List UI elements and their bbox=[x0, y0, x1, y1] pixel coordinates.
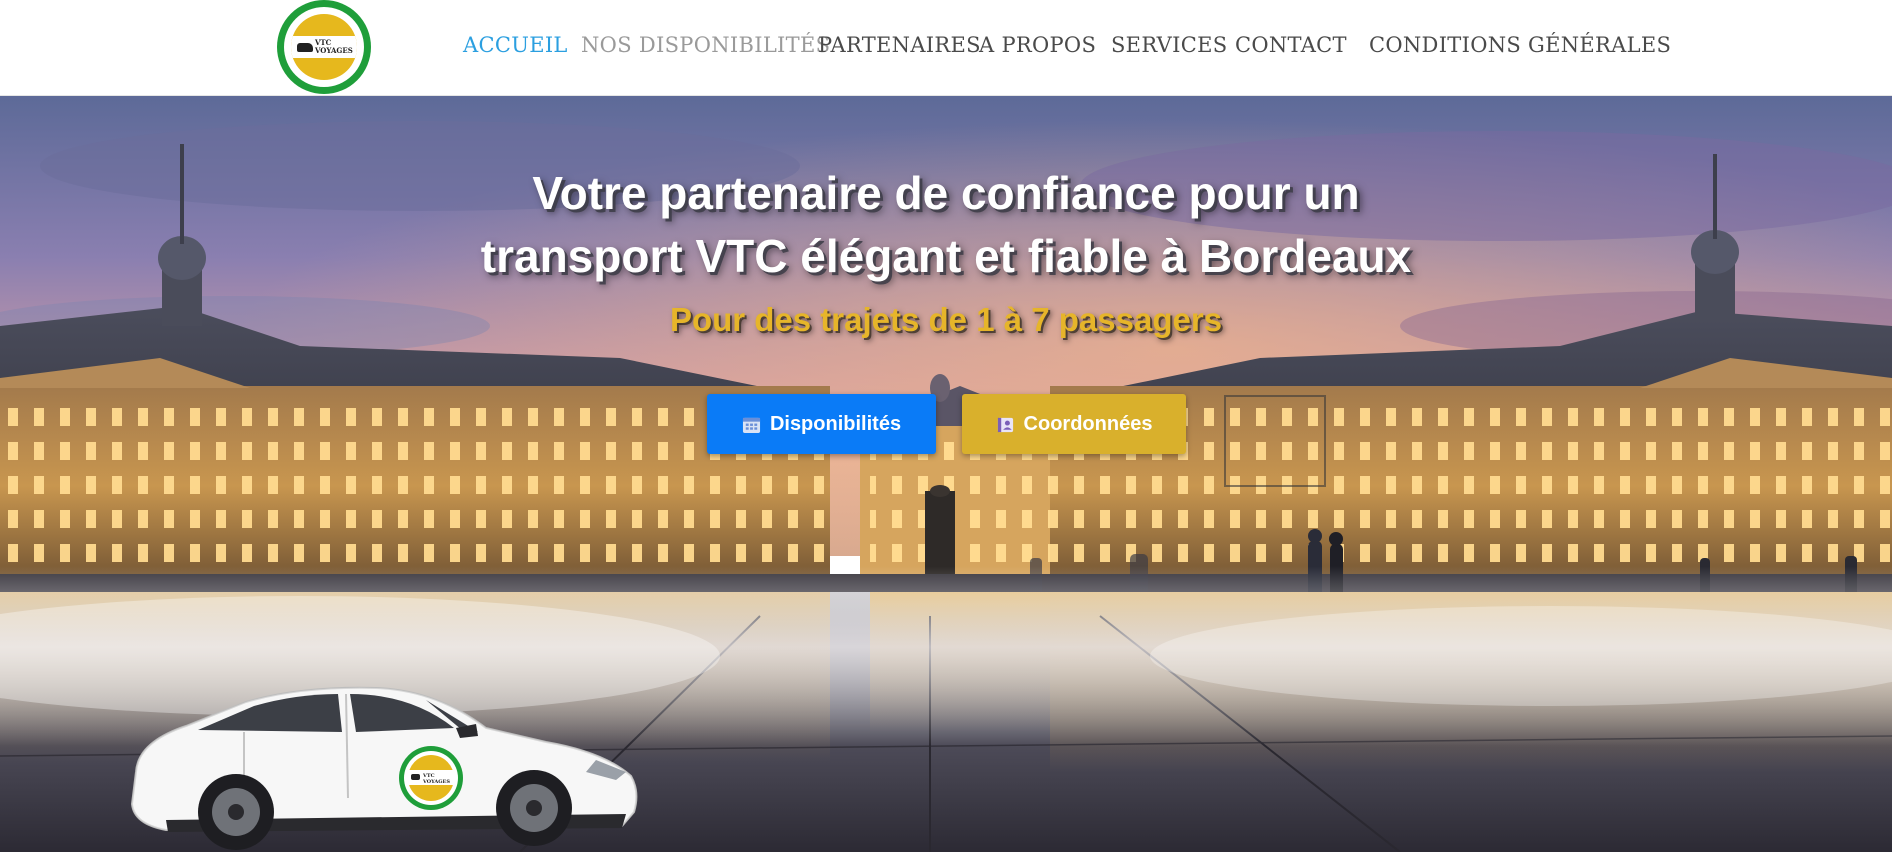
nav-item-nos-disponibilites[interactable]: NOS DISPONIBILITÉS bbox=[581, 31, 830, 59]
site-header: VTC VOYAGES ACCUEIL NOS DISPONIBILITÉS P… bbox=[0, 0, 1892, 96]
coordonnees-button[interactable]: Coordonnées bbox=[962, 394, 1186, 454]
logo-text-line2: VOYAGES bbox=[315, 46, 353, 55]
nav-item-partenaires[interactable]: PARTENAIRES bbox=[818, 31, 981, 59]
nav-item-conditions-generales[interactable]: CONDITIONS GÉNÉRALES bbox=[1369, 31, 1671, 59]
hero-subtitle: Pour des trajets de 1 à 7 passagers bbox=[669, 301, 1223, 338]
hero-section: Votre partenaire de confiance pour un tr… bbox=[0, 96, 1892, 852]
car-icon bbox=[297, 43, 313, 52]
logo-disc: VTC VOYAGES bbox=[291, 14, 357, 80]
nav-item-services[interactable]: SERVICES bbox=[1111, 31, 1227, 59]
nav-item-a-propos[interactable]: A PROPOS bbox=[979, 31, 1096, 59]
hero-title: Votre partenaire de confiance pour un tr… bbox=[346, 162, 1546, 288]
calendar-icon bbox=[742, 417, 760, 433]
disponibilites-button[interactable]: Disponibilités bbox=[707, 394, 936, 454]
vehicle-image: VTC VOYAGES bbox=[130, 686, 638, 850]
vehicle-logo-line2: VOYAGES bbox=[422, 779, 450, 785]
nav-item-accueil[interactable]: ACCUEIL bbox=[463, 31, 568, 59]
site-logo[interactable]: VTC VOYAGES bbox=[277, 0, 371, 94]
hero-title-line1: Votre partenaire de confiance pour un bbox=[532, 167, 1360, 219]
disponibilites-button-label: Disponibilités bbox=[769, 412, 902, 435]
coordonnees-button-label: Coordonnées bbox=[1023, 412, 1153, 435]
nav-item-contact[interactable]: CONTACT bbox=[1235, 31, 1347, 59]
hero-title-line2: transport VTC élégant et fiable à Bordea… bbox=[480, 230, 1412, 282]
contact-card-icon bbox=[997, 417, 1013, 432]
